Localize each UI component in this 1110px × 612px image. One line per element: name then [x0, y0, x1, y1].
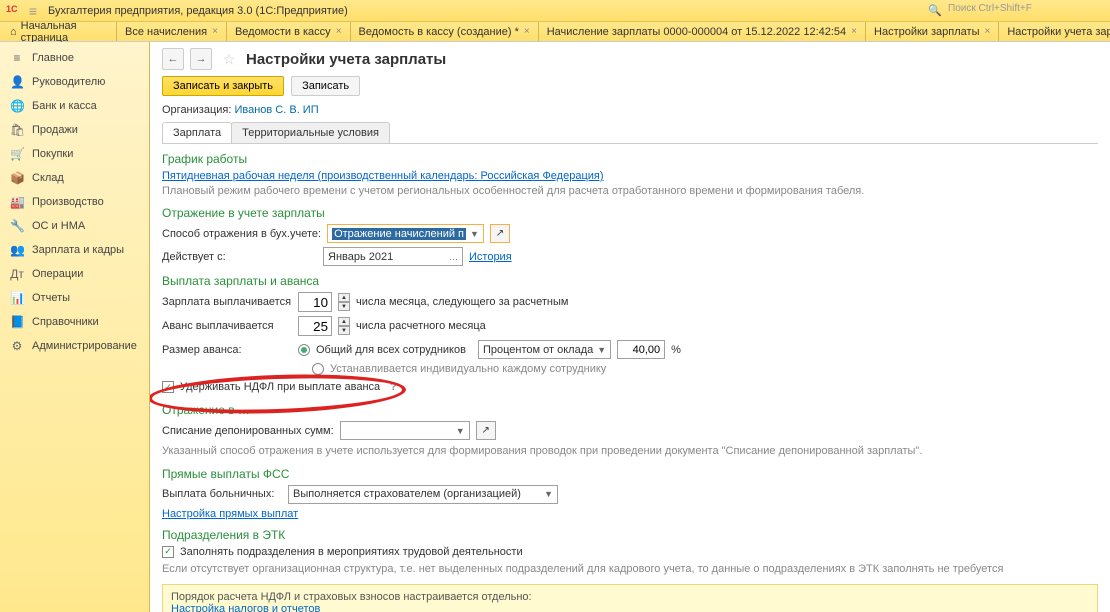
save-and-close-button[interactable]: Записать и закрыть	[162, 76, 284, 96]
chevron-down-icon: ▼	[540, 489, 553, 499]
sidebar-icon: Дт	[10, 267, 24, 281]
sidebar-item[interactable]: 📊Отчеты	[0, 286, 149, 310]
history-link[interactable]: История	[469, 251, 512, 263]
window-tab[interactable]: Ведомость в кассу (создание) *×	[350, 22, 538, 41]
advance-day-input[interactable]	[298, 316, 332, 336]
close-icon[interactable]: ×	[524, 26, 530, 37]
sidebar-item[interactable]: 🔧ОС и НМА	[0, 214, 149, 238]
close-icon[interactable]: ×	[851, 26, 857, 37]
advance-size-label: Размер аванса:	[162, 344, 292, 356]
advance-paid-label: Аванс выплачивается	[162, 320, 292, 332]
sidebar-item[interactable]: 👤Руководителю	[0, 70, 149, 94]
since-input[interactable]: Январь 2021 …	[323, 247, 463, 266]
sidebar-item[interactable]: 📘Справочники	[0, 310, 149, 334]
method-open-button[interactable]: ↗	[490, 224, 510, 243]
writeoff-open-button[interactable]: ↗	[476, 421, 496, 440]
section-payment: Выплата зарплаты и аванса	[162, 274, 1098, 288]
app-logo-1c: 1C	[6, 4, 24, 18]
search-icon: 🔍	[928, 4, 942, 17]
global-search[interactable]: Поиск Ctrl+Shift+F	[944, 3, 1104, 19]
chevron-down-icon: ▼	[466, 229, 479, 239]
writeoff-label: Списание депонированных сумм:	[162, 425, 334, 437]
radio-common[interactable]	[298, 344, 310, 356]
method-select[interactable]: Отражение начислений п ▼	[327, 224, 484, 243]
home-tab[interactable]: ⌂ Начальная страница	[0, 22, 116, 41]
sidebar-icon: 📘	[10, 315, 24, 329]
window-tab[interactable]: Настройки учета зарплаты×	[998, 22, 1110, 41]
sidebar-item[interactable]: 🛍Продажи	[0, 118, 149, 142]
org-label: Организация:	[162, 104, 231, 116]
schedule-desc: Плановый режим рабочего времени с учетом…	[162, 184, 1098, 198]
fss-link[interactable]: Настройка прямых выплат	[162, 508, 298, 520]
spin-down[interactable]: ▼	[338, 326, 350, 335]
window-tab[interactable]: Ведомости в кассу×	[226, 22, 350, 41]
writeoff-select[interactable]: ▼	[340, 421, 470, 440]
close-icon[interactable]: ×	[212, 26, 218, 37]
sidebar-icon: ⚙	[10, 339, 24, 353]
writeoff-desc: Указанный способ отражения в учете испол…	[162, 444, 1098, 458]
fss-label: Выплата больничных:	[162, 488, 282, 500]
advance-percent-input[interactable]	[617, 340, 665, 359]
spin-down[interactable]: ▼	[338, 302, 350, 311]
home-icon: ⌂	[10, 26, 17, 38]
nav-back-button[interactable]: ←	[162, 48, 184, 70]
help-icon[interactable]: ?	[390, 381, 397, 393]
page-title: Настройки учета зарплаты	[246, 51, 446, 68]
sidebar-item[interactable]: 🏭Производство	[0, 190, 149, 214]
chevron-down-icon: ▼	[593, 345, 606, 355]
sidebar-icon: 🛒	[10, 147, 24, 161]
sidebar-icon: 📦	[10, 171, 24, 185]
sidebar-icon: 👤	[10, 75, 24, 89]
window-tab[interactable]: Настройки зарплаты×	[865, 22, 998, 41]
advance-type-select[interactable]: Процентом от оклада ▼	[478, 340, 611, 359]
schedule-link[interactable]: Пятидневная рабочая неделя (производстве…	[162, 170, 604, 182]
spin-up[interactable]: ▲	[338, 317, 350, 326]
section-dep-reflection: Отражение в …	[162, 403, 1098, 417]
sidebar-icon: 🔧	[10, 219, 24, 233]
spin-up[interactable]: ▲	[338, 293, 350, 302]
menu-icon[interactable]: ≡	[24, 3, 42, 19]
window-tab[interactable]: Начисление зарплаты 0000-000004 от 15.12…	[538, 22, 865, 41]
save-button[interactable]: Записать	[291, 76, 360, 96]
section-etk: Подразделения в ЭТК	[162, 528, 1098, 542]
window-tab[interactable]: Все начисления×	[116, 22, 226, 41]
tab-salary[interactable]: Зарплата	[162, 122, 232, 143]
section-fss: Прямые выплаты ФСС	[162, 467, 1098, 481]
app-title: Бухгалтерия предприятия, редакция 3.0 (1…	[48, 5, 928, 17]
sidebar-item[interactable]: 🌐Банк и касса	[0, 94, 149, 118]
favorite-star-icon[interactable]: ☆	[218, 48, 240, 70]
sidebar-icon: ≡	[10, 51, 24, 65]
ndfl-checkbox[interactable]: ✓	[162, 381, 174, 393]
sidebar-item[interactable]: ⚙Администрирование	[0, 334, 149, 358]
sidebar-icon: 📊	[10, 291, 24, 305]
method-label: Способ отражения в бух.учете:	[162, 228, 321, 240]
section-reflection: Отражение в учете зарплаты	[162, 206, 1098, 220]
etk-desc: Если отсутствует организационная структу…	[162, 562, 1098, 576]
sidebar-item[interactable]: 👥Зарплата и кадры	[0, 238, 149, 262]
sidebar-icon: 🛍	[10, 123, 24, 137]
sidebar-item[interactable]: ДтОперации	[0, 262, 149, 286]
radio-individual[interactable]	[312, 363, 324, 375]
sidebar-icon: 🌐	[10, 99, 24, 113]
salary-paid-label: Зарплата выплачивается	[162, 296, 292, 308]
close-icon[interactable]: ×	[336, 26, 342, 37]
fss-select[interactable]: Выполняется страхователем (организацией)…	[288, 485, 558, 504]
sidebar-item[interactable]: ≡Главное	[0, 46, 149, 70]
sidebar-item[interactable]: 📦Склад	[0, 166, 149, 190]
section-schedule: График работы	[162, 152, 1098, 166]
salary-day-input[interactable]	[298, 292, 332, 312]
close-icon[interactable]: ×	[984, 26, 990, 37]
tab-territory[interactable]: Территориальные условия	[231, 122, 390, 143]
since-label: Действует с:	[162, 251, 317, 263]
info-text: Порядок расчета НДФЛ и страховых взносов…	[171, 591, 1089, 603]
sidebar-icon: 👥	[10, 243, 24, 257]
chevron-down-icon: ▼	[452, 426, 465, 436]
etk-checkbox[interactable]: ✓	[162, 546, 174, 558]
sidebar-item[interactable]: 🛒Покупки	[0, 142, 149, 166]
nav-forward-button[interactable]: →	[190, 48, 212, 70]
sidebar-icon: 🏭	[10, 195, 24, 209]
org-value[interactable]: Иванов С. В. ИП	[234, 104, 318, 116]
info-link[interactable]: Настройка налогов и отчетов	[171, 603, 320, 612]
